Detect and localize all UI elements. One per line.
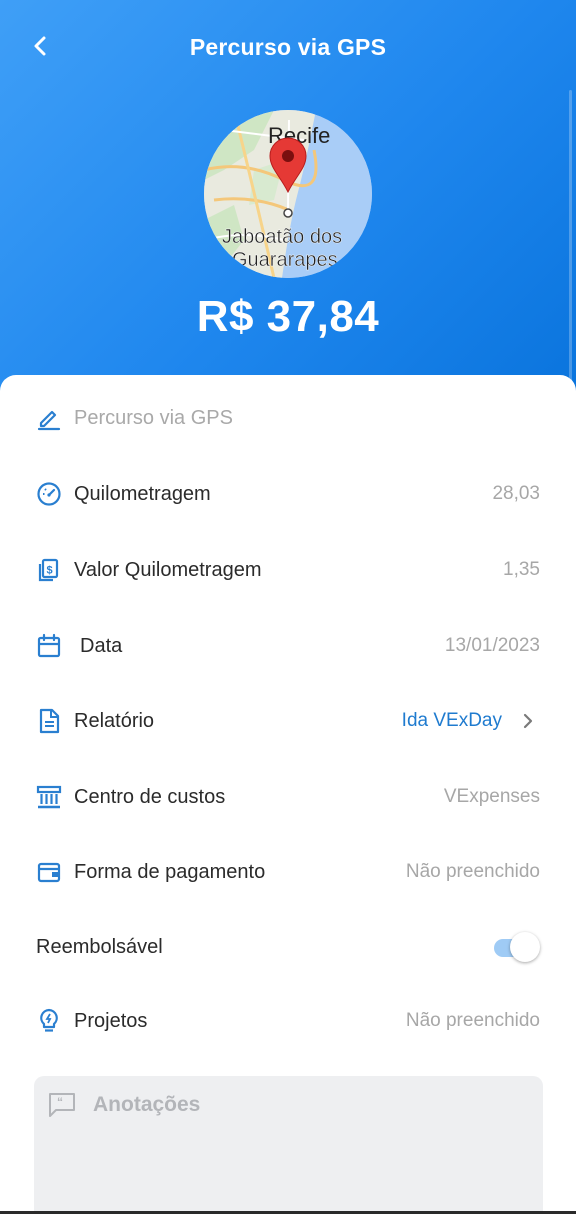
page-title: Percurso via GPS bbox=[189, 34, 387, 60]
comment-icon: “ bbox=[48, 1092, 76, 1118]
header: Percurso via GPS Recife Jaboatão dos Gua… bbox=[0, 0, 576, 400]
money-copy-icon: $ bbox=[36, 557, 62, 583]
calendar-icon bbox=[36, 633, 62, 659]
speedometer-icon bbox=[36, 481, 62, 507]
cost-center-row[interactable]: Centro de custos VExpenses bbox=[0, 769, 576, 825]
projects-value: Não preenchido bbox=[405, 1010, 540, 1031]
mileage-value: 28,03 bbox=[492, 483, 540, 504]
payment-row[interactable]: Forma de pagamento Não preenchido bbox=[0, 844, 576, 900]
map-label-bottom-2: Guararapes bbox=[232, 249, 338, 271]
report-label: Relatório bbox=[74, 709, 155, 732]
document-icon bbox=[36, 708, 62, 734]
report-row[interactable]: Relatório Ida VExDay bbox=[0, 693, 576, 749]
mileage-row[interactable]: Quilometragem 28,03 bbox=[0, 466, 576, 522]
mileage-rate-value: 1,35 bbox=[503, 559, 540, 580]
lightbulb-icon bbox=[36, 1008, 62, 1034]
mileage-label: Quilometragem bbox=[74, 482, 211, 505]
cost-center-value: VExpenses bbox=[443, 786, 540, 807]
payment-value: Não preenchido bbox=[405, 861, 540, 882]
date-row[interactable]: Data 13/01/2023 bbox=[0, 618, 576, 674]
chevron-right-icon bbox=[520, 712, 536, 730]
notes-placeholder: Anotações bbox=[93, 1093, 201, 1116]
svg-text:“: “ bbox=[57, 1095, 63, 1109]
projects-row[interactable]: Projetos Não preenchido bbox=[0, 993, 576, 1049]
payment-label: Forma de pagamento bbox=[74, 860, 266, 883]
pencil-icon bbox=[36, 405, 62, 431]
bank-icon bbox=[36, 784, 62, 810]
route-map[interactable]: Recife Jaboatão dos Guararapes bbox=[204, 110, 372, 278]
date-value: 13/01/2023 bbox=[444, 635, 540, 656]
reimbursable-label: Reembolsável bbox=[36, 935, 163, 958]
svg-text:$: $ bbox=[47, 565, 53, 577]
mileage-rate-row[interactable]: $ Valor Quilometragem 1,35 bbox=[0, 542, 576, 598]
total-amount: R$ 37,84 bbox=[196, 292, 380, 341]
reimbursable-toggle[interactable] bbox=[492, 932, 540, 962]
wallet-icon bbox=[36, 859, 62, 885]
projects-label: Projetos bbox=[74, 1009, 148, 1032]
description-field[interactable]: Percurso via GPS bbox=[74, 407, 233, 430]
toggle-knob bbox=[510, 932, 540, 962]
reimbursable-row: Reembolsável bbox=[0, 919, 576, 975]
description-row[interactable]: Percurso via GPS bbox=[0, 390, 576, 446]
date-label: Data bbox=[80, 634, 123, 657]
cost-center-label: Centro de custos bbox=[74, 785, 226, 808]
report-value[interactable]: Ida VExDay bbox=[402, 710, 502, 732]
map-label-bottom-1: Jaboatão dos bbox=[222, 226, 342, 248]
mileage-rate-label: Valor Quilometragem bbox=[74, 558, 262, 581]
notes-field[interactable]: “ Anotações bbox=[34, 1076, 543, 1214]
